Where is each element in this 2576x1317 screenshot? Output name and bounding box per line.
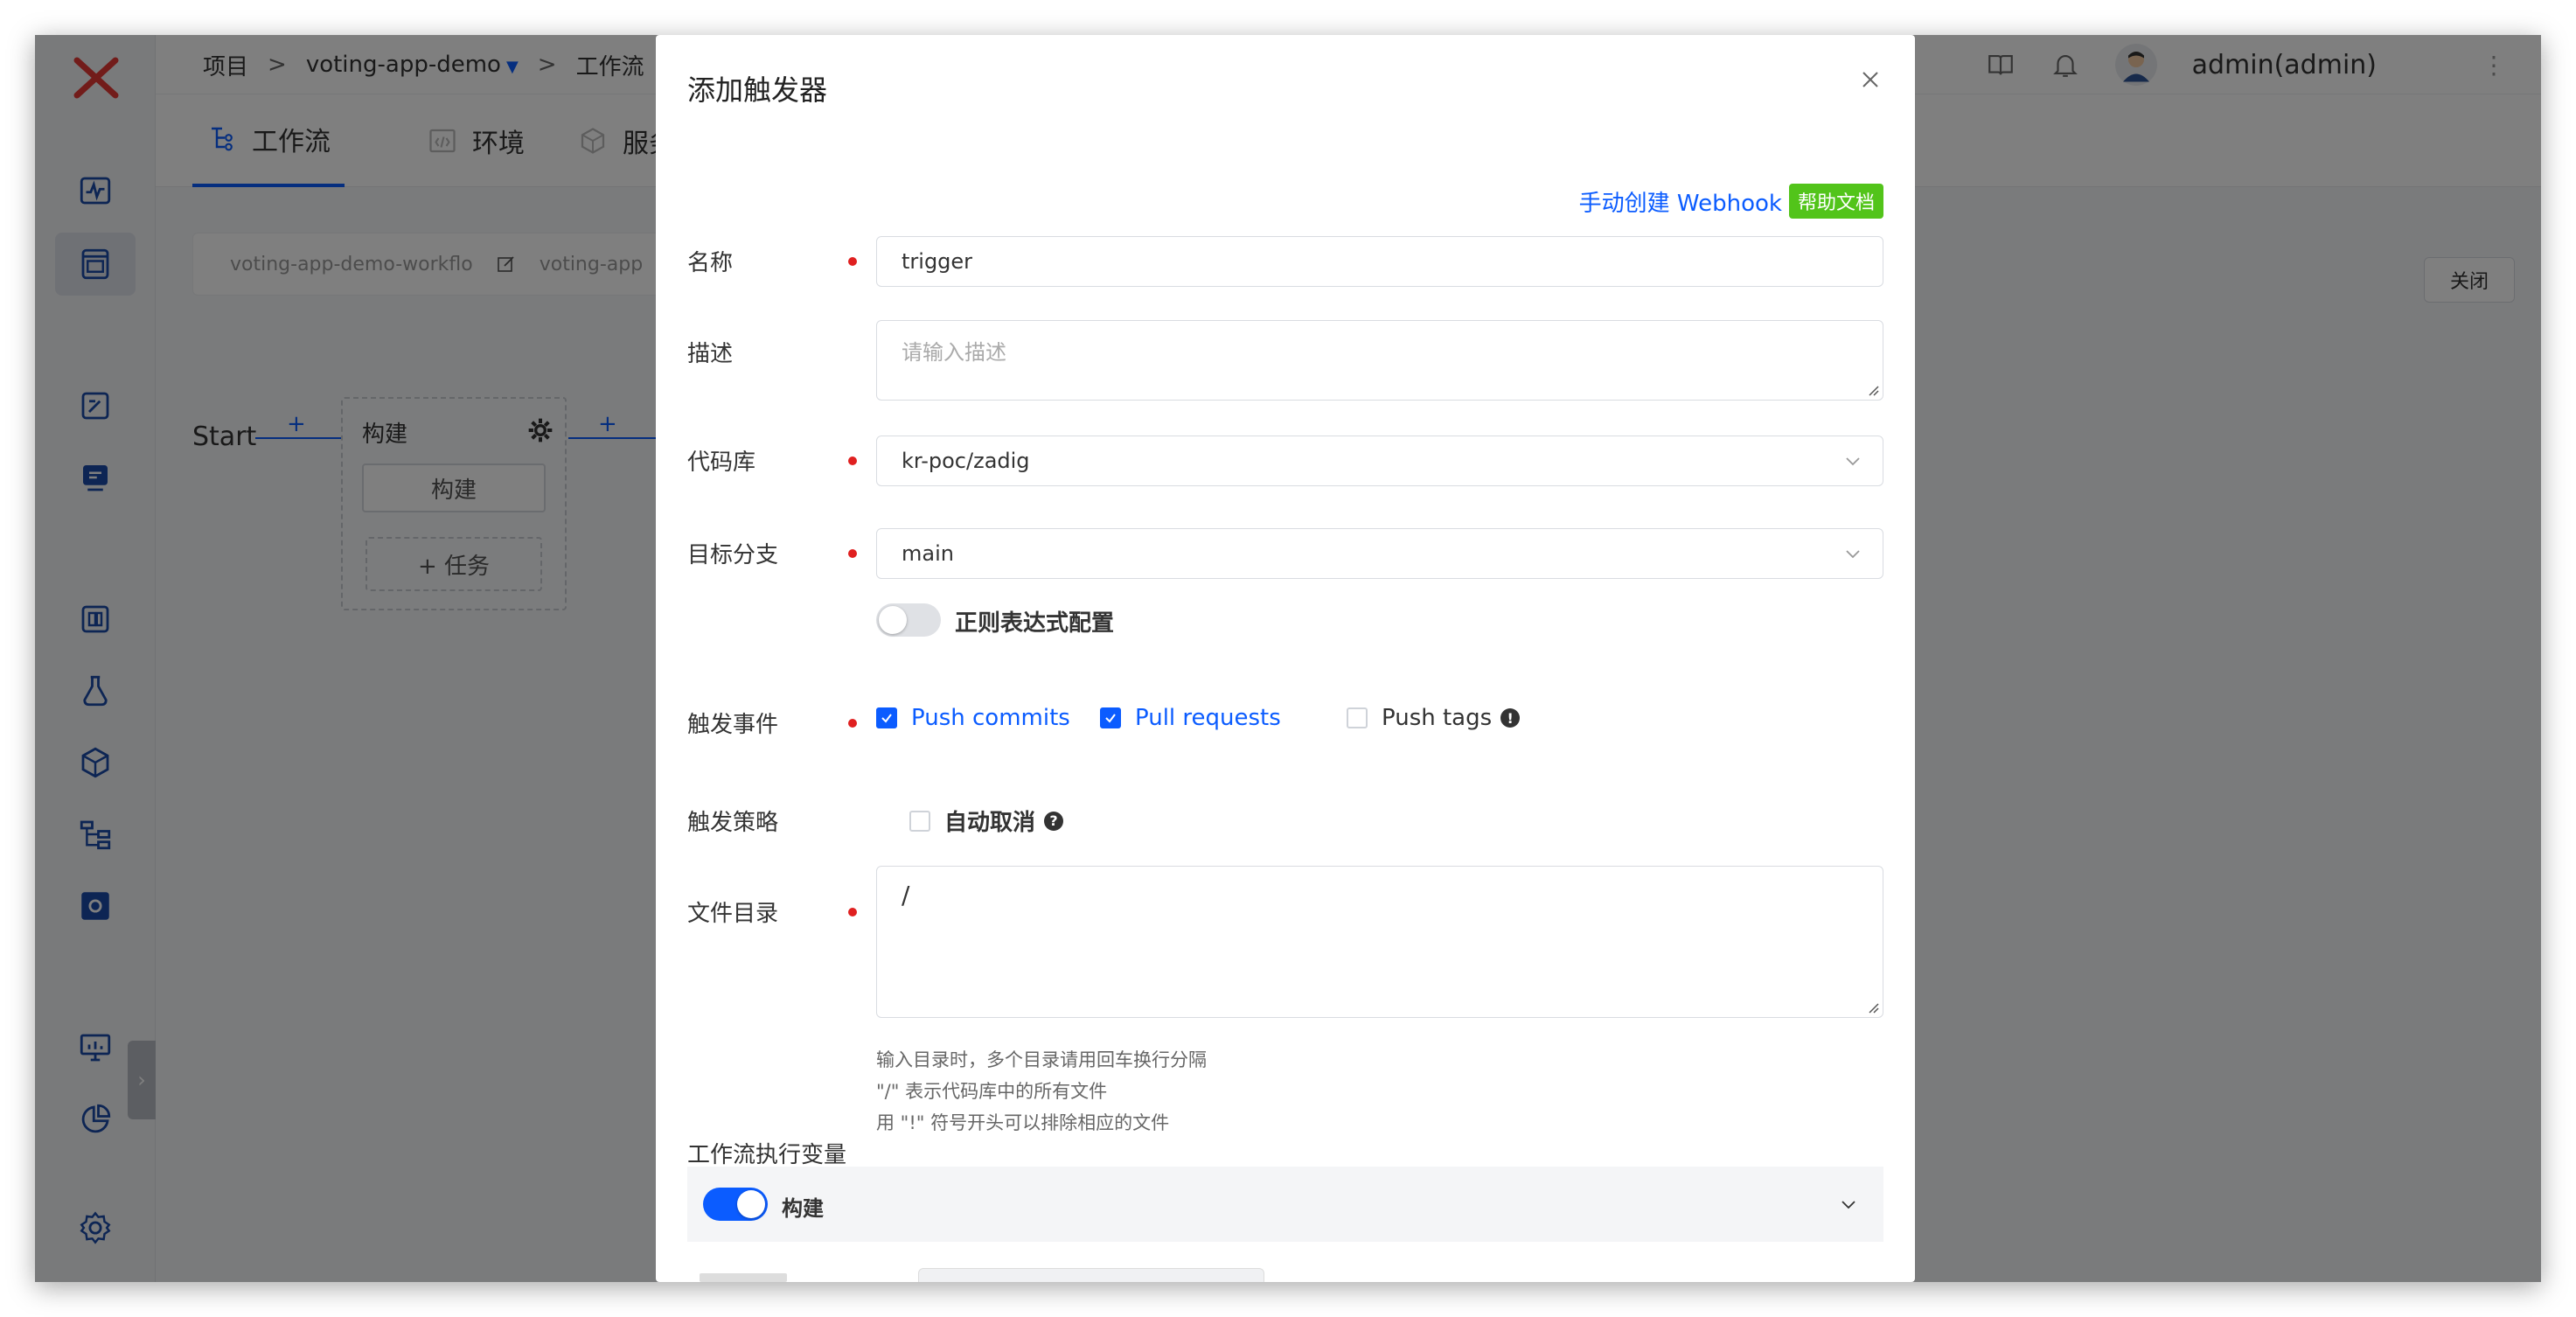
chevron-down-icon [1846, 550, 1860, 559]
checkbox-checked[interactable] [1100, 707, 1121, 728]
name-label: 名称 [687, 250, 734, 276]
name-value: trigger [902, 249, 973, 274]
event-pull-requests[interactable]: Pull requests [1100, 705, 1281, 731]
webhook-help-row: 手动创建 Webhook 帮助文档 [1579, 184, 1883, 219]
checkbox-unchecked[interactable] [909, 810, 930, 832]
regex-toggle[interactable] [876, 603, 941, 637]
branch-select[interactable]: main [876, 528, 1883, 579]
toggle-knob [737, 1190, 765, 1218]
check-icon [1105, 714, 1116, 723]
add-trigger-dialog: 添加触发器 手动创建 Webhook 帮助文档 名称 trigger 描述 请输… [656, 35, 1915, 1282]
checkbox-label: 自动取消 [944, 810, 1036, 836]
warning-info-icon[interactable]: ! [1500, 708, 1521, 728]
dialog-title: 添加触发器 [687, 73, 828, 107]
checkbox-unchecked[interactable] [1347, 707, 1368, 728]
repo-value: kr-poc/zadig [902, 449, 1030, 473]
checkbox-checked[interactable] [876, 707, 897, 728]
next-field-input[interactable] [918, 1268, 1264, 1282]
checkbox-label: Pull requests [1135, 705, 1281, 731]
directory-value: / [902, 881, 910, 909]
chevron-down-icon [1846, 457, 1860, 466]
app-window: › 项目 > voting-app-demo▼ > 工作流 > v admin(… [35, 35, 2541, 1282]
strategy-label: 触发策略 [687, 810, 779, 836]
event-push-tags[interactable]: Push tags ! [1347, 705, 1521, 731]
build-vars-toggle[interactable] [703, 1188, 768, 1221]
directory-hint: 输入目录时，多个目录请用回车换行分隔 [876, 1049, 1207, 1070]
required-marker [848, 257, 857, 266]
required-marker [848, 456, 857, 465]
next-field-label [700, 1273, 787, 1282]
directory-label: 文件目录 [687, 901, 779, 927]
description-label: 描述 [687, 341, 734, 367]
help-doc-badge[interactable]: 帮助文档 [1788, 184, 1883, 219]
workflow-vars-title: 工作流执行变量 [687, 1142, 847, 1168]
build-vars-panel[interactable]: 构建 [687, 1167, 1883, 1242]
manual-webhook-link[interactable]: 手动创建 Webhook [1579, 185, 1782, 218]
event-push-commits[interactable]: Push commits [876, 705, 1070, 731]
resize-handle-icon[interactable] [1865, 1000, 1879, 1014]
branch-value: main [902, 541, 954, 566]
events-label: 触发事件 [687, 712, 779, 738]
required-marker [848, 549, 857, 558]
directory-textarea[interactable]: / [876, 866, 1883, 1018]
directory-hint: 用 "!" 符号开头可以排除相应的文件 [876, 1112, 1170, 1133]
name-input[interactable]: trigger [876, 236, 1883, 287]
checkbox-label: Push commits [911, 705, 1070, 731]
directory-hint: "/" 表示代码库中的所有文件 [876, 1081, 1108, 1102]
regex-label: 正则表达式配置 [955, 610, 1115, 637]
toggle-knob [879, 606, 907, 634]
branch-label: 目标分支 [687, 542, 779, 568]
repo-select[interactable]: kr-poc/zadig [876, 436, 1883, 486]
checkbox-label: Push tags [1382, 705, 1493, 731]
dialog-close-button[interactable] [1857, 66, 1883, 93]
repo-label: 代码库 [687, 449, 756, 476]
check-icon [881, 714, 892, 723]
auto-cancel-option[interactable]: 自动取消 ? [909, 805, 1064, 837]
resize-handle-icon[interactable] [1865, 382, 1879, 396]
description-textarea[interactable]: 请输入描述 [876, 320, 1883, 401]
description-placeholder: 请输入描述 [902, 340, 1006, 365]
help-question-icon[interactable]: ? [1044, 811, 1064, 831]
chevron-down-icon[interactable] [1838, 1194, 1859, 1215]
close-icon [1862, 72, 1878, 87]
required-marker [848, 908, 857, 916]
build-vars-label: 构建 [782, 1196, 824, 1221]
required-marker [848, 719, 857, 728]
